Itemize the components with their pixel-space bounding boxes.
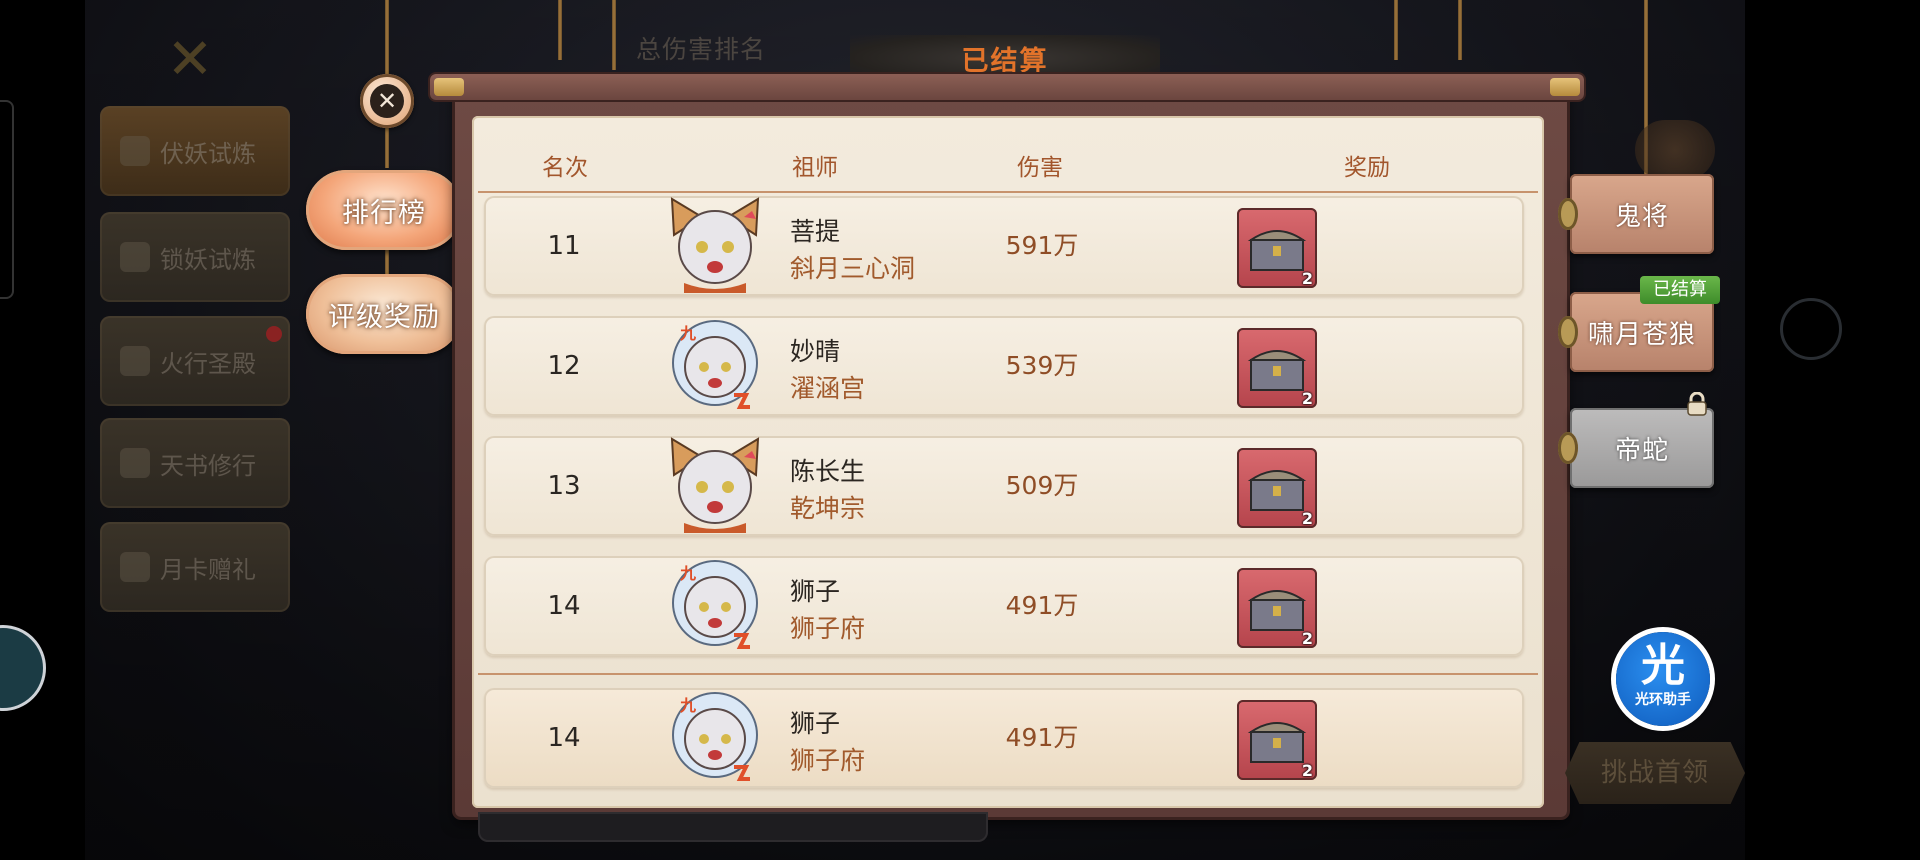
player-name: 菩提 <box>790 217 841 246</box>
svg-text:九: 九 <box>679 564 696 583</box>
boss-tab-howling-wolf[interactable]: 啸月苍狼 <box>1558 292 1714 372</box>
fox-girl-avatar <box>670 437 760 533</box>
reward-chest[interactable]: 2 <box>1237 568 1317 648</box>
bottom-tab-strip <box>478 812 988 842</box>
hanging-rope <box>1458 0 1462 60</box>
left-menu-label: 火行圣殿 <box>160 349 256 378</box>
player-sect: 濯涵宫 <box>790 374 866 403</box>
column-header-reward: 奖励 <box>1344 155 1390 181</box>
my-rank-row[interactable]: 14 九 狮子 狮子府 491万 2 <box>484 688 1524 788</box>
halo-assistant-icon: 光 <box>1641 640 1685 691</box>
crossed-swords-icon: ✕ <box>166 27 214 92</box>
close-button[interactable]: ✕ <box>360 74 414 128</box>
left-edge-handle[interactable] <box>0 100 14 299</box>
svg-text:九: 九 <box>679 696 696 715</box>
left-menu-label: 伏妖试炼 <box>160 139 256 168</box>
damage-value: 491万 <box>1005 591 1079 620</box>
damage-value: 591万 <box>1005 231 1079 260</box>
hanging-rope <box>1394 0 1398 60</box>
badge-girl-avatar: 九 <box>672 560 758 649</box>
boss-emblem-icon <box>1635 120 1715 180</box>
player-name: 狮子 <box>790 577 841 606</box>
leaderboard-button[interactable]: 排行榜 <box>306 170 462 250</box>
menu-item-icon <box>120 448 150 478</box>
reward-count: 2 <box>1301 389 1313 408</box>
table-header: 名次 祖师 伤害 奖励 <box>472 140 1544 192</box>
player-sect: 狮子府 <box>790 614 866 643</box>
row-rank: 13 <box>547 471 581 501</box>
reward-count: 2 <box>1301 629 1313 648</box>
player-sect: 乾坤宗 <box>790 494 866 523</box>
player-name: 陈长生 <box>790 457 866 486</box>
seal-icon <box>1780 298 1842 360</box>
table-row[interactable]: 13 陈长生 乾坤宗 509万 2 <box>484 436 1524 536</box>
halo-assistant-label: 光环助手 <box>1635 692 1691 708</box>
treasure-chest-icon <box>1247 230 1307 271</box>
treasure-chest-icon <box>1247 350 1307 391</box>
reward-count: 2 <box>1301 269 1313 288</box>
close-icon: ✕ <box>370 84 404 118</box>
reward-chest[interactable]: 2 <box>1237 448 1317 528</box>
row-rank: 14 <box>547 723 581 753</box>
damage-value: 539万 <box>1005 351 1079 380</box>
row-rank: 12 <box>547 351 581 381</box>
halo-assistant-button[interactable]: 光 光环助手 <box>1616 632 1710 726</box>
damage-value: 491万 <box>1005 723 1079 752</box>
player-name: 妙晴 <box>790 337 841 366</box>
left-menu-label: 锁妖试炼 <box>160 245 256 274</box>
reward-count: 2 <box>1301 761 1313 780</box>
challenge-boss-button[interactable]: 挑战首领 <box>1565 742 1745 804</box>
badge-girl-avatar: 九 <box>672 692 758 781</box>
column-header-rank: 名次 <box>542 155 588 181</box>
total-damage-rank-tab[interactable]: 总伤害排名 <box>636 30 766 66</box>
hanging-rope <box>558 0 562 60</box>
reward-chest[interactable]: 2 <box>1237 208 1317 288</box>
floating-assistant-bubble[interactable] <box>0 625 46 711</box>
table-row[interactable]: 14 九 狮子 狮子府 491万 2 <box>484 556 1524 656</box>
badge-girl-avatar: 九 <box>672 320 758 409</box>
leaderboard-top-beam <box>430 74 1584 100</box>
settled-badge: 已结算 <box>1640 276 1720 304</box>
left-menu-item-2[interactable]: 锁妖试炼 <box>100 212 290 302</box>
my-rank-divider <box>478 673 1538 675</box>
left-menu-label: 月卡赠礼 <box>160 555 256 584</box>
damage-value: 509万 <box>1005 471 1079 500</box>
reward-count: 2 <box>1301 509 1313 528</box>
left-menu-item-3[interactable]: 火行圣殿 <box>100 316 290 406</box>
treasure-chest-icon <box>1247 722 1307 763</box>
menu-item-icon <box>120 242 150 272</box>
row-rank: 11 <box>547 231 581 261</box>
notification-dot <box>266 326 282 342</box>
player-sect: 狮子府 <box>790 746 866 775</box>
player-name: 狮子 <box>790 709 841 738</box>
table-row[interactable]: 11 菩提 斜月三心洞 591万 2 <box>484 196 1524 296</box>
treasure-chest-icon <box>1247 470 1307 511</box>
hanging-rope <box>612 0 616 70</box>
row-rank: 14 <box>547 591 581 621</box>
reward-chest[interactable]: 2 <box>1237 700 1317 780</box>
menu-item-icon <box>120 552 150 582</box>
boss-tab-ghost-general[interactable]: 鬼将 <box>1558 174 1714 254</box>
player-sect: 斜月三心洞 <box>790 254 916 283</box>
fox-girl-avatar <box>670 197 760 293</box>
left-menu-item-4[interactable]: 天书修行 <box>100 418 290 508</box>
lock-icon <box>1687 392 1707 416</box>
left-menu-label: 天书修行 <box>160 451 256 480</box>
boss-tab-emperor-snake[interactable]: 帝蛇 <box>1558 408 1714 488</box>
hanging-rope <box>385 128 389 168</box>
svg-text:九: 九 <box>679 324 696 343</box>
reward-chest[interactable]: 2 <box>1237 328 1317 408</box>
menu-item-icon <box>120 136 150 166</box>
table-row[interactable]: 12 九 妙晴 濯涵宫 539万 2 <box>484 316 1524 416</box>
column-header-damage: 伤害 <box>1017 155 1063 181</box>
left-menu-item-5[interactable]: 月卡赠礼 <box>100 522 290 612</box>
header-divider <box>478 191 1538 193</box>
treasure-chest-icon <box>1247 590 1307 631</box>
left-menu-item-1[interactable]: 伏妖试炼 <box>100 106 290 196</box>
menu-item-icon <box>120 346 150 376</box>
column-header-master: 祖师 <box>792 155 838 181</box>
rating-rewards-button[interactable]: 评级奖励 <box>306 274 462 354</box>
